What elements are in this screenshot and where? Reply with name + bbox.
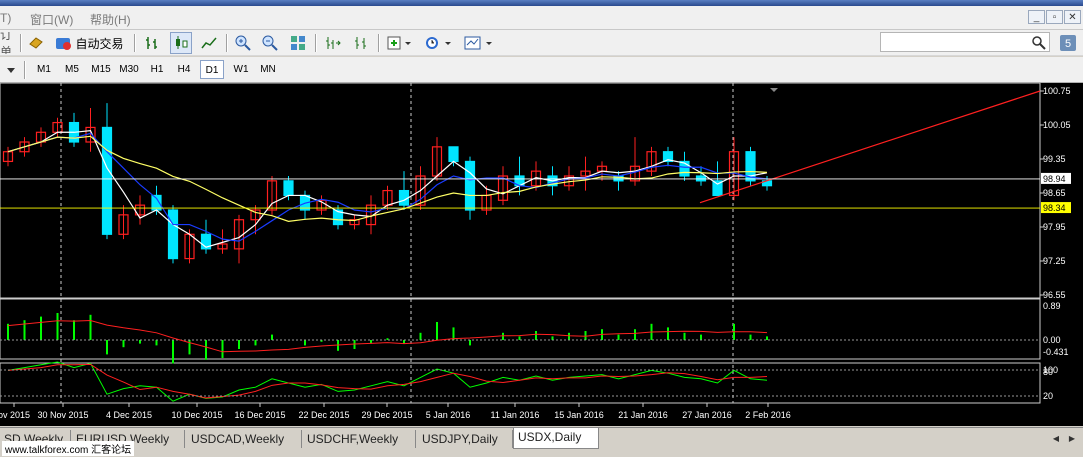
date-axis-label: 22 Dec 2015 — [298, 410, 349, 420]
dropdown-arrow-icon[interactable] — [4, 60, 18, 82]
main-toolbar: 订单 自动交易 5 — [0, 30, 1083, 56]
indicator1-axis-label: 0.89 — [1043, 301, 1061, 311]
toolbar-separator — [20, 34, 22, 52]
indicator1-signal-line — [7, 320, 768, 353]
indicator2-axis-label: 80 — [1043, 367, 1053, 377]
timeframe-m15[interactable]: M15 — [88, 60, 114, 79]
periods-dropdown-icon[interactable] — [422, 32, 456, 54]
chart-canvas[interactable]: 98.94 98.34 100.75 100.05 99.35 98.65 97.95 97.… — [0, 82, 1083, 426]
price-axis-label: 99.35 — [1043, 154, 1066, 164]
date-axis-label: 5 Jan 2016 — [426, 410, 471, 420]
toolbar-separator — [226, 34, 228, 52]
autotrade-label: 自动交易 — [75, 36, 124, 51]
toolbar-separator — [315, 34, 317, 52]
timeframe-mn[interactable]: MN — [256, 60, 280, 79]
autotrade-button[interactable]: 自动交易 — [52, 32, 126, 54]
chart-tabs: SD,Weekly EURUSD,Weekly USDCAD,Weekly US… — [0, 427, 1083, 449]
templates-dropdown-icon[interactable] — [462, 32, 496, 54]
tab-usdchf-weekly[interactable]: USDCHF,Weekly — [303, 430, 416, 448]
minimize-button[interactable]: _ — [1028, 10, 1045, 24]
price-chart[interactable]: 98.94 98.34 100.75 100.05 99.35 98.65 97.95 97.… — [0, 82, 1083, 426]
search-icon[interactable] — [1030, 32, 1048, 54]
watermark: www.talkforex.com 汇客论坛 — [2, 441, 135, 456]
timeframe-h4[interactable]: H4 — [172, 60, 196, 79]
date-axis-label: 15 Jan 2016 — [554, 410, 604, 420]
candle-body — [101, 126, 113, 235]
date-axis-label: 29 Dec 2015 — [361, 410, 412, 420]
candle-body — [448, 146, 459, 163]
date-axis-label: 30 Nov 2015 — [37, 410, 88, 420]
timeframe-h1[interactable]: H1 — [145, 60, 169, 79]
scroll-left-icon[interactable]: ◀ — [1049, 432, 1063, 446]
candle-body — [464, 160, 476, 211]
date-axis-label: 16 Dec 2015 — [234, 410, 285, 420]
brokerage-icon[interactable] — [26, 32, 46, 54]
zoom-out-icon[interactable] — [259, 32, 281, 54]
chart-shift-icon[interactable] — [322, 32, 344, 54]
toolbar-separator — [24, 61, 26, 79]
zoom-in-icon[interactable] — [232, 32, 254, 54]
candle-body — [695, 175, 707, 182]
indicator2-axis-label: 20 — [1043, 391, 1053, 401]
search-input[interactable] — [880, 32, 1050, 52]
date-axis-label: 21 Jan 2016 — [618, 410, 668, 420]
menu-item-help[interactable]: 帮助(H) — [90, 11, 131, 28]
tab-usdjpy-daily[interactable]: USDJPY,Daily — [418, 430, 513, 448]
price-axis-label: 98.65 — [1043, 188, 1066, 198]
timeframe-m1[interactable]: M1 — [32, 60, 56, 79]
tile-windows-icon[interactable] — [287, 32, 309, 54]
restore-button[interactable]: ▫ — [1046, 10, 1063, 24]
price-axis-label: 97.25 — [1043, 256, 1066, 266]
indicator1-axis-label: 0.00 — [1043, 335, 1061, 345]
svg-text:5: 5 — [1065, 38, 1071, 50]
tab-scroll-buttons: ◀ ▶ — [1049, 432, 1079, 446]
timeframe-m5[interactable]: M5 — [60, 60, 84, 79]
toolbar-separator — [134, 34, 136, 52]
indicators-dropdown-icon[interactable] — [385, 32, 415, 54]
tab-usdx-daily[interactable]: USDX,Daily — [513, 428, 599, 449]
timeframe-d1[interactable]: D1 — [200, 60, 224, 79]
orders-label[interactable]: 订单 — [0, 32, 18, 54]
community-icon[interactable]: 5 — [1058, 32, 1078, 54]
menu-item-t[interactable]: T) — [0, 11, 11, 25]
candle-body — [283, 180, 294, 197]
toolbar-separator — [378, 34, 380, 52]
date-axis-label: 27 Jan 2016 — [682, 410, 732, 420]
date-axis-label: 2 Feb 2016 — [745, 410, 791, 420]
scroll-right-icon[interactable]: ▶ — [1065, 432, 1079, 446]
indicator1-pane-frame — [0, 298, 1041, 360]
autoscroll-icon[interactable] — [350, 32, 372, 54]
chart-shift-marker — [770, 88, 778, 92]
timeframe-w1[interactable]: W1 — [229, 60, 253, 79]
candlestick-icon[interactable] — [170, 32, 192, 54]
autotrade-icon — [56, 38, 72, 50]
price-axis-label: 100.05 — [1043, 120, 1071, 130]
timeframe-m30[interactable]: M30 — [116, 60, 142, 79]
indicator2-pane-frame — [0, 362, 1041, 404]
date-axis-label: 10 Dec 2015 — [171, 410, 222, 420]
timeframe-toolbar: M1 M5 M15 M30 H1 H4 D1 W1 MN — [0, 57, 1083, 83]
close-button[interactable]: ✕ — [1064, 10, 1081, 24]
date-axis-label: 4 Dec 2015 — [106, 410, 152, 420]
price-axis-label: 100.75 — [1043, 86, 1071, 96]
price-axis-label: 97.95 — [1043, 222, 1066, 232]
indicator1-axis-label: -0.431 — [1043, 347, 1069, 357]
price-axis-label: 96.55 — [1043, 290, 1066, 300]
date-axis-label: 11 Jan 2016 — [491, 410, 540, 420]
date-axis-label: ov 2015 — [0, 410, 30, 420]
line-chart-icon[interactable] — [198, 32, 220, 54]
candle-body — [167, 209, 179, 260]
price-label-text: 98.94 — [1043, 174, 1066, 184]
menu-bar: T) 窗口(W) 帮助(H) _ ▫ ✕ — [0, 6, 1083, 30]
tab-usdcad-weekly[interactable]: USDCAD,Weekly — [187, 430, 302, 448]
price-label-text: 98.34 — [1043, 203, 1066, 213]
menu-item-window[interactable]: 窗口(W) — [30, 11, 73, 28]
bar-chart-icon[interactable] — [142, 32, 164, 54]
